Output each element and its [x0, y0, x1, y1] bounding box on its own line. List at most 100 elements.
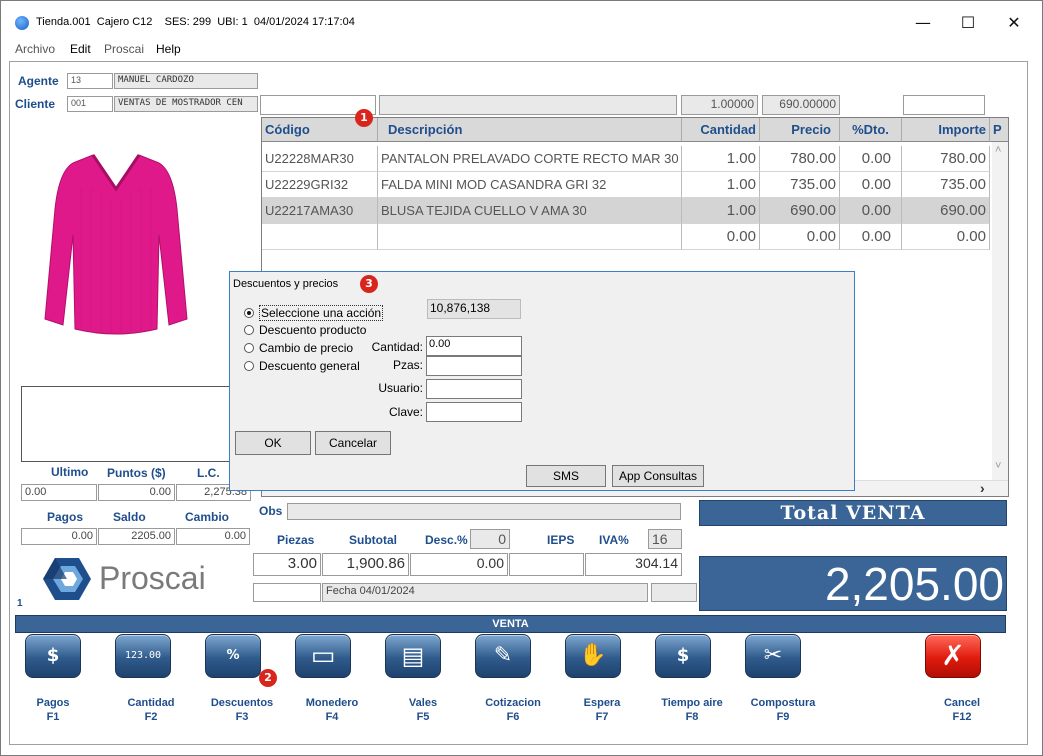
iva-pct-field: 16 — [648, 529, 682, 549]
compostura-button[interactable]: ✂ — [745, 634, 801, 678]
qty-entry-field[interactable]: 1.00000 — [681, 95, 758, 115]
menu-archivo[interactable]: Archivo — [15, 42, 55, 56]
app-window: Tienda.001 Cajero C12 SES: 299 UBI: 1 04… — [0, 0, 1043, 756]
pzas-input[interactable] — [426, 356, 522, 376]
cell-importe[interactable]: 780.00 — [902, 146, 990, 172]
cell-cantidad[interactable]: 1.00 — [682, 172, 760, 198]
desc-field: 0.00 — [410, 553, 508, 576]
pzas-label: Pzas: — [392, 358, 423, 372]
clave-input[interactable] — [426, 402, 522, 422]
dialog-title: Descuentos y precios — [233, 278, 339, 290]
cell-codigo[interactable]: U22229GRI32 — [262, 172, 378, 198]
cell-cantidad[interactable]: 1.00 — [682, 146, 760, 172]
cell-dto[interactable]: 0.00 — [840, 172, 902, 198]
espera-button[interactable]: ✋ — [565, 634, 621, 678]
col-header-descripcion[interactable]: Descripción — [378, 118, 682, 142]
puntos-label: Puntos ($) — [107, 466, 166, 480]
close-button[interactable]: ✕ — [999, 11, 1029, 35]
cancel-label: Cancel F12 — [943, 697, 981, 723]
fecha-field: Fecha 04/01/2024 — [322, 583, 648, 602]
ok-button[interactable]: OK — [235, 431, 311, 455]
cell-importe[interactable]: 0.00 — [902, 224, 990, 250]
cliente-code-field[interactable]: 001 — [67, 96, 113, 112]
pagos-field: 0.00 — [21, 528, 97, 545]
menu-edit[interactable]: Edit — [70, 42, 91, 56]
cell-cantidad[interactable]: 1.00 — [682, 198, 760, 224]
cell-precio[interactable]: 780.00 — [760, 146, 840, 172]
descuentos-button[interactable]: % — [205, 634, 261, 678]
scroll-up-icon[interactable]: ˄ — [995, 144, 1001, 156]
total-venta-label: Total VENTA — [699, 500, 1007, 526]
cell-descripcion[interactable]: PANTALON PRELAVADO CORTE RECTO MAR 30 — [378, 146, 682, 172]
usuario-input[interactable] — [426, 379, 522, 399]
vales-label: Vales F5 — [408, 697, 438, 723]
col-header-p[interactable]: P — [990, 118, 1008, 142]
cotizacion-button[interactable]: ✎ — [475, 634, 531, 678]
minimize-button[interactable]: — — [908, 11, 938, 35]
wallet-card-icon: ▭ — [310, 641, 336, 671]
saldo-label: Saldo — [113, 510, 146, 524]
cliente-label: Cliente — [15, 97, 56, 111]
cantidad-input[interactable]: 0.00 — [426, 336, 522, 356]
menu-help[interactable]: Help — [156, 42, 181, 56]
maximize-button[interactable]: ☐ — [953, 11, 983, 35]
desc-pct-field[interactable]: 0 — [470, 529, 510, 549]
menu-proscai[interactable]: Proscai — [104, 42, 144, 56]
app-consultas-button[interactable]: App Consultas — [612, 465, 704, 487]
cell-codigo[interactable] — [262, 224, 378, 250]
agente-code-field[interactable]: 13 — [67, 73, 113, 89]
agente-name-field: MANUEL CARDOZO — [114, 73, 258, 89]
cancel-button[interactable]: ✗ — [925, 634, 981, 678]
pagos-button[interactable]: $ — [25, 634, 81, 678]
pagos-label: Pagos F1 — [36, 697, 70, 723]
cell-descripcion[interactable]: FALDA MINI MOD CASANDRA GRI 32 — [378, 172, 682, 198]
cell-cantidad[interactable]: 0.00 — [682, 224, 760, 250]
usuario-label: Usuario: — [378, 381, 423, 395]
proscai-logo-text: Proscai — [99, 560, 206, 596]
vales-button[interactable]: ▤ — [385, 634, 441, 678]
scroll-down-icon[interactable]: ˅ — [995, 460, 1001, 472]
cell-dto[interactable]: 0.00 — [840, 146, 902, 172]
cantidad-button[interactable]: 123.00 — [115, 634, 171, 678]
discount-icon: % — [226, 648, 240, 663]
col-header-dto[interactable]: %Dto. — [840, 118, 902, 142]
cell-dto[interactable]: 0.00 — [840, 224, 902, 250]
obs-input[interactable] — [287, 503, 681, 520]
scissors-icon: ✂ — [763, 643, 783, 668]
mode-bar: VENTA — [15, 615, 1006, 633]
radio-seleccione[interactable]: Seleccione una acción — [244, 305, 384, 321]
cell-importe[interactable]: 690.00 — [902, 198, 990, 224]
cell-codigo[interactable]: U22217AMA30 — [262, 198, 378, 224]
monedero-button[interactable]: ▭ — [295, 634, 351, 678]
cell-descripcion[interactable]: BLUSA TEJIDA CUELLO V AMA 30 — [378, 198, 682, 224]
cell-descripcion[interactable] — [378, 224, 682, 250]
ultimo-field: 0.00 — [21, 484, 97, 501]
cell-importe[interactable]: 735.00 — [902, 172, 990, 198]
cell-codigo[interactable]: U22228MAR30 — [262, 146, 378, 172]
cell-dto[interactable]: 0.00 — [840, 198, 902, 224]
readonly-number-field: 10,876,138 — [427, 299, 521, 319]
cell-precio[interactable]: 0.00 — [760, 224, 840, 250]
cell-precio[interactable]: 735.00 — [760, 172, 840, 198]
price-entry-field[interactable]: 690.00000 — [762, 95, 840, 115]
radio-descuento-general[interactable]: Descuento general — [244, 359, 360, 373]
scroll-right-icon[interactable]: › — [980, 480, 985, 496]
col-header-precio[interactable]: Precio — [760, 118, 840, 142]
tiempo-aire-button[interactable]: $ — [655, 634, 711, 678]
col-header-importe[interactable]: Importe — [902, 118, 990, 142]
extra-entry-input[interactable] — [903, 95, 985, 115]
ieps-label: IEPS — [547, 533, 575, 547]
sms-button[interactable]: SMS — [526, 465, 606, 487]
piezas-field: 3.00 — [253, 553, 321, 576]
grid-vertical-scrollbar[interactable]: ˄ ˅ — [992, 142, 1008, 482]
radio-cambio-precio[interactable]: Cambio de precio — [244, 341, 353, 355]
radio-descuento-producto[interactable]: Descuento producto — [244, 323, 366, 337]
product-image — [44, 154, 188, 335]
col-header-cantidad[interactable]: Cantidad — [682, 118, 760, 142]
cell-precio[interactable]: 690.00 — [760, 198, 840, 224]
puntos-field: 0.00 — [98, 484, 175, 501]
saldo-field: 2205.00 — [98, 528, 175, 545]
espera-label: Espera F7 — [583, 697, 621, 723]
cancelar-button[interactable]: Cancelar — [315, 431, 391, 455]
descuentos-label: Descuentos F3 — [210, 697, 274, 723]
